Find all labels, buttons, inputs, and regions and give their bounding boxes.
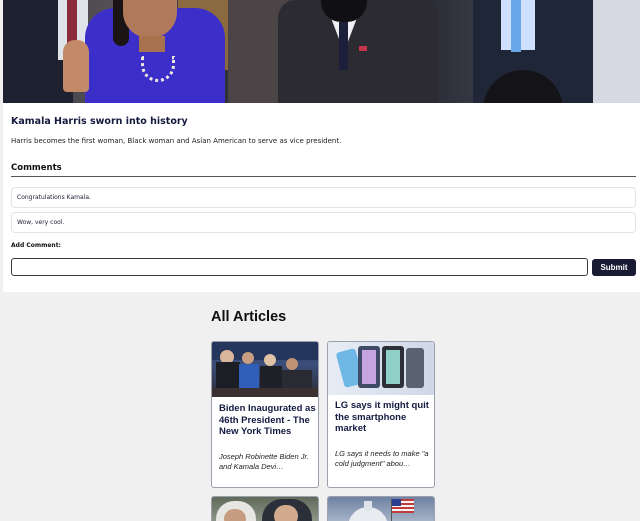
- add-comment-label: Add Comment:: [11, 242, 61, 249]
- article-title: LG says it might quit the smartphone mar…: [335, 400, 429, 434]
- article-title: Biden Inaugurated as 46th President - Th…: [219, 403, 316, 437]
- article-description: LG says it needs to make "a cold judgmen…: [335, 449, 429, 468]
- comment-item: Wow, very cool.: [11, 212, 636, 233]
- featured-article-card: Kamala Harris sworn into history Harris …: [3, 0, 640, 292]
- article-card[interactable]: [211, 496, 319, 521]
- article-card[interactable]: LG says it might quit the smartphone mar…: [327, 341, 435, 488]
- article-card[interactable]: Biden Inaugurated as 46th President - Th…: [211, 341, 319, 488]
- comment-text: Congratulations Kamala.: [17, 194, 91, 201]
- article-description: Joseph Robinette Biden Jr. and Kamala De…: [219, 452, 309, 471]
- featured-title: Kamala Harris sworn into history: [11, 116, 188, 127]
- article-thumbnail: [328, 497, 434, 521]
- featured-description: Harris becomes the first woman, Black wo…: [11, 137, 342, 145]
- article-thumbnail: [212, 342, 318, 397]
- featured-image: [3, 0, 640, 103]
- all-articles-heading: All Articles: [211, 309, 287, 325]
- article-card[interactable]: [327, 496, 435, 521]
- submit-button[interactable]: Submit: [592, 259, 636, 276]
- comment-item: Congratulations Kamala.: [11, 187, 636, 208]
- article-thumbnail: [328, 342, 434, 395]
- comment-text: Wow, very cool.: [17, 219, 65, 226]
- comment-input[interactable]: [11, 258, 588, 276]
- comments-heading: Comments: [11, 163, 62, 173]
- article-thumbnail: [212, 497, 318, 521]
- comments-divider: [11, 176, 636, 177]
